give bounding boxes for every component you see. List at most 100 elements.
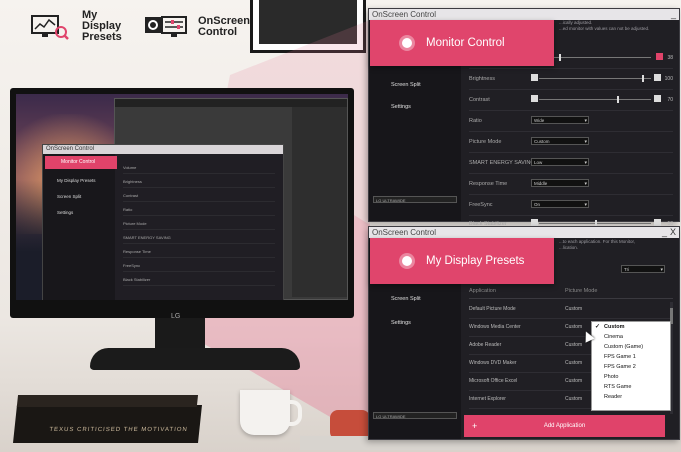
notice-text: ...ically adjusted. ...ed monitor with v… [559,20,649,32]
monitor-stand-base [90,348,300,370]
mini-row: Picture Mode [123,221,275,230]
contrast-slider[interactable] [539,96,651,103]
monitor-select[interactable]: LG ULTRAWIDE [373,412,457,419]
menu-item-photo[interactable]: Photo [592,372,670,382]
sidebar-item-settings[interactable]: Settings [391,104,411,110]
osc-legend-label: OnScreen Control [198,14,250,38]
mini-row: FreeSync [123,263,275,272]
presets-legend-line2: Presets [82,31,122,43]
application-name: Default Picture Mode [469,306,516,312]
response-time-label: Response Time [469,181,508,187]
mini-row: Black Stabilizer [123,277,275,286]
sidebar-item-screen-split[interactable]: Screen Split [391,82,421,88]
contrast-label: Contrast [469,97,490,103]
picture-mode-dropdown[interactable]: Custom [531,137,589,146]
picture-mode-value: Custom [565,396,583,402]
ratio-row: Ratio Wide [469,111,673,132]
osc-legend-line1: OnScreen [198,14,250,27]
response-time-dropdown[interactable]: Middle [531,179,589,188]
onscreen-control-icon [144,14,188,40]
volume-value: 38 [667,55,673,61]
display-presets-icon [28,14,72,40]
freesync-label: FreeSync [469,202,493,208]
menu-item-cinema[interactable]: Cinema [592,332,670,342]
monitor-control-tab-label: Monitor Control [426,37,505,49]
mini-sidebar-item: Settings [57,210,74,215]
picture-mode-label: Picture Mode [469,139,502,145]
picture-mode-value: Custom [565,306,583,312]
brightness-label: Brightness [469,76,495,82]
picture-mode-row: Picture Mode Custom [469,132,673,153]
notice-line: ...ed monitor with values can not be adj… [559,26,650,31]
mini-row: Brightness [123,179,275,188]
freesync-dropdown[interactable]: On [531,200,589,209]
contrast-row: Contrast 70 [469,90,673,111]
column-application: Application [469,288,496,294]
picture-mode-value: Custom [565,378,583,384]
menu-item-fps-game-2[interactable]: FPS Game 2 [592,362,670,372]
display-presets-tab-label: My Display Presets [426,255,525,267]
picture-mode-value: Custom [565,360,583,366]
menu-item-fps-game-1[interactable]: FPS Game 1 [592,352,670,362]
plus-icon: + [472,421,478,431]
brightness-slider[interactable] [539,75,651,82]
book-spine-text: TEXUS CRITICISED THE MOTIVATION [49,427,189,433]
sidebar-item-screen-split[interactable]: Screen Split [391,296,421,302]
monitor-select[interactable]: LG ULTRAWIDE [373,196,457,203]
close-button[interactable]: X [670,227,676,238]
add-application-label: Add Application [543,423,586,429]
energy-saving-label: SMART ENERGY SAVING [469,160,535,166]
menu-item-custom-game[interactable]: Custom (Game) [592,342,670,352]
mini-window-title: OnScreen Control [43,145,283,154]
radio-dot-icon [402,256,412,266]
window-titlebar: OnScreen Control _ X [369,227,679,238]
mini-row: Ratio [123,207,275,216]
monitor-control-tab[interactable]: Monitor Control [370,20,554,66]
menu-item-custom[interactable]: ✓ Custom [592,322,670,332]
freesync-row: FreeSync On [469,195,673,216]
contrast-plus-button[interactable] [654,95,661,102]
energy-saving-dropdown[interactable]: Low [531,158,589,167]
add-application-button[interactable]: + Add Application [464,415,665,437]
window-title: OnScreen Control [372,228,437,237]
notice-line: ...lication. [559,245,579,250]
black-stabilizer-plus-button[interactable] [654,219,661,226]
window-titlebar: OnScreen Control _ [369,9,679,20]
minimize-button[interactable]: _ [671,9,676,20]
mini-row: Volume [123,165,275,174]
menu-item-reader[interactable]: Reader [592,392,670,402]
response-time-row: Response Time Middle [469,174,673,195]
volume-slider[interactable] [539,54,651,61]
brightness-value: 100 [664,76,673,82]
menu-item-rts-game[interactable]: RTS Game [592,382,670,392]
sidebar-item-settings[interactable]: Settings [391,320,411,326]
column-picture-mode: Picture Mode [565,288,598,294]
contrast-minus-button[interactable] [531,95,538,102]
mini-monitor-control-button: Monitor Control [45,156,117,169]
window-title: OnScreen Control [372,10,437,19]
mini-sidebar-item: Screen Split [57,194,82,199]
brightness-minus-button[interactable] [531,74,538,81]
application-name: Windows Media Center [469,324,521,330]
checkmark-icon: ✓ [595,324,601,330]
presets-legend-line1: My Display [82,9,122,32]
osc-legend-line2: Control [198,25,238,38]
display-presets-tab[interactable]: My Display Presets [370,238,554,284]
presets-legend-label: My Display Presets [82,10,134,43]
brightness-row: Brightness 100 [469,69,673,90]
table-row[interactable]: Default Picture Mode Custom [469,300,673,319]
ratio-label: Ratio [469,118,482,124]
ratio-dropdown[interactable]: Wide [531,116,589,125]
minimize-button[interactable]: _ [662,227,667,238]
black-stabilizer-minus-button[interactable] [531,219,538,226]
picture-mode-value: Custom [565,342,583,348]
black-stabilizer-slider[interactable] [539,220,651,227]
application-name: Internet Explorer [469,396,506,402]
mini-onscreen-control: OnScreen Control Monitor Control My Disp… [42,144,284,300]
coffee-cup [240,390,302,435]
volume-plus-button[interactable] [656,53,663,60]
monitor-type-dropdown[interactable]: Tri [621,265,665,274]
monitor-screen: OnScreen Control Monitor Control My Disp… [16,94,348,300]
brightness-plus-button[interactable] [654,74,661,81]
radio-dot-icon [402,38,412,48]
